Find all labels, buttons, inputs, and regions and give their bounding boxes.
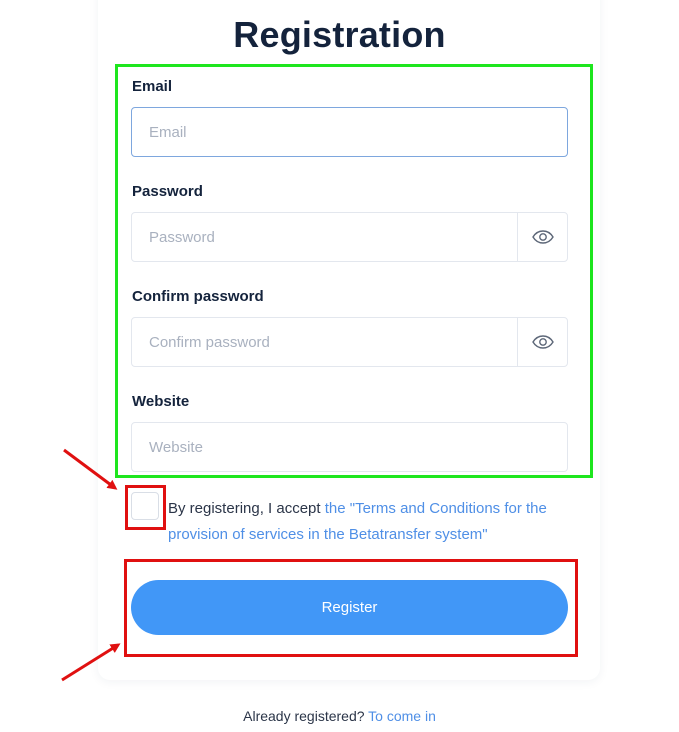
eye-icon — [531, 335, 554, 349]
register-button[interactable]: Register — [131, 580, 568, 635]
email-field-wrapper — [131, 107, 568, 157]
terms-checkbox[interactable] — [131, 492, 159, 520]
website-field-wrapper — [131, 422, 568, 472]
password-visibility-toggle[interactable] — [517, 213, 567, 261]
page-title: Registration — [233, 14, 446, 55]
email-label: Email — [132, 78, 173, 95]
confirm-password-field[interactable] — [132, 318, 520, 366]
email-field[interactable] — [132, 108, 567, 156]
website-field[interactable] — [132, 423, 567, 471]
confirm-password-label: Confirm password — [132, 288, 264, 305]
website-label: Website — [132, 393, 190, 410]
eye-icon — [531, 230, 554, 244]
terms-prefix: By registering, I accept — [168, 500, 325, 517]
terms-text: By registering, I accept the "Terms and … — [168, 496, 568, 548]
password-field-wrapper — [131, 212, 568, 262]
login-link[interactable]: To come in — [368, 708, 436, 724]
login-prompt-text: Already registered? — [243, 708, 369, 724]
confirm-password-visibility-toggle[interactable] — [517, 318, 567, 366]
confirm-password-field-wrapper — [131, 317, 568, 367]
password-field[interactable] — [132, 213, 520, 261]
page: Registration Email Password Confirm pass… — [0, 0, 679, 732]
login-prompt: Already registered? To come in — [0, 708, 679, 724]
password-label: Password — [132, 183, 203, 200]
